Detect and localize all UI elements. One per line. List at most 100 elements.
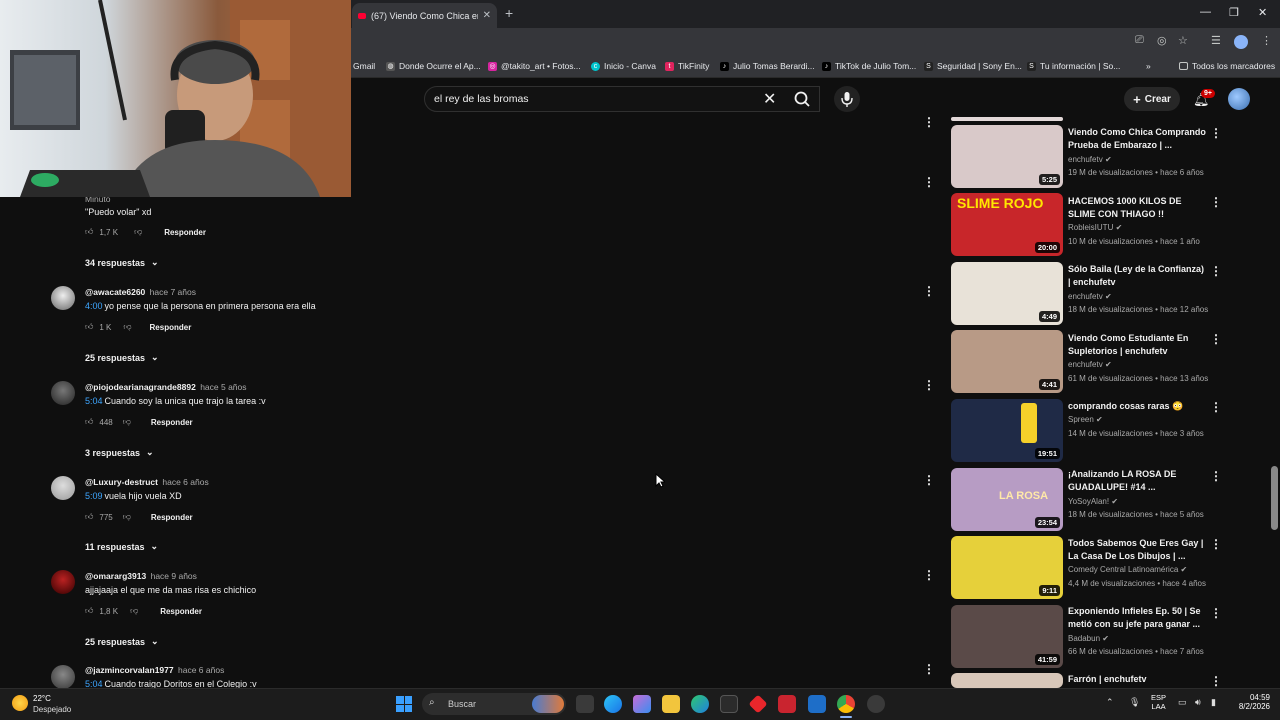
bookmark-tiktok-1[interactable]: ♪ Julio Tomas Berardi... [720,61,815,71]
outlook-icon[interactable] [808,695,826,713]
weather-temp[interactable]: 22°C [33,694,51,703]
account-avatar[interactable] [1228,88,1250,110]
comment-author[interactable]: @awacate6260 [85,287,145,297]
timestamp-link[interactable]: 5:09 [85,491,103,501]
clock[interactable]: 04:59 8/2/2026 [1226,693,1270,711]
video-title[interactable]: Viendo Como Chica Comprando Prueba de Em… [1068,126,1208,152]
avatar[interactable] [51,570,75,594]
video-thumbnail[interactable]: 5:25 [951,125,1063,188]
comment-time[interactable]: hace 6 años [162,477,208,487]
channel-name[interactable]: RobleisIUTU ✔︎ [1068,223,1122,232]
maximize-window-icon[interactable]: ❐ [1229,6,1239,19]
comment-time[interactable]: hace 7 años [150,287,196,297]
widgets-icon[interactable] [604,695,622,713]
video-menu-icon[interactable]: ⋮ [1210,469,1222,483]
copilot-icon[interactable] [633,695,651,713]
dislike-icon[interactable]: 👎︎ [123,417,131,427]
channel-name[interactable]: Comedy Central Latinoamérica ✔︎ [1068,565,1187,574]
close-tab-icon[interactable]: ✕ [483,10,491,21]
view-replies-button[interactable]: 25 respuestas ⌄ [85,352,159,363]
channel-name[interactable]: enchufetv ✔︎ [1068,155,1112,164]
reply-button[interactable]: Responder [150,323,192,332]
video-title[interactable]: Exponiendo Infieles Ep. 50 | Se metió co… [1068,605,1208,631]
video-thumbnail[interactable]: 9:11 [951,536,1063,599]
video-menu-icon[interactable]: ⋮ [1210,264,1222,278]
comment-author[interactable]: @Luxury-destruct [85,477,158,487]
reply-button[interactable]: Responder [164,228,206,237]
bookmarks-overflow-icon[interactable]: » [1146,61,1151,71]
reply-button[interactable]: Responder [160,607,202,616]
bookmark-sony-security[interactable]: S Seguridad | Sony En... [924,61,1022,71]
chrome-icon[interactable] [837,695,855,713]
more-actions-icon[interactable]: ⋮ [923,115,935,129]
reading-list-icon[interactable]: ☰ [1211,34,1221,47]
bookmark-tiktok-2[interactable]: ♪ TikTok de Julio Tom... [822,61,916,71]
avatar[interactable] [51,381,75,405]
more-actions-icon[interactable]: ⋮ [923,568,935,582]
reply-button[interactable]: Responder [151,513,193,522]
comment-time[interactable]: hace 5 años [200,382,246,392]
microphone-button[interactable] [834,86,860,112]
tray-overflow-icon[interactable]: ⌃ [1106,697,1114,708]
windows-start-icon[interactable] [396,696,412,712]
video-title[interactable]: Sólo Baila (Ley de la Confianza) | enchu… [1068,263,1208,289]
search-icon[interactable] [786,88,818,110]
bookmark-instagram[interactable]: ◎ @takito_art • Fotos... [488,61,581,71]
video-title[interactable]: HACEMOS 1000 KILOS DE SLIME CON THIAGO !… [1068,195,1208,221]
bookmark-canva[interactable]: c Inicio - Canva [591,61,656,71]
avatar[interactable] [51,665,75,689]
chrome-menu-icon[interactable]: ⋮ [1261,34,1272,47]
timestamp-link[interactable]: 5:04 [85,396,103,406]
video-title[interactable]: comprando cosas raras 😳 [1068,400,1208,413]
bookmark-star-icon[interactable]: ☆ [1178,34,1188,47]
create-button[interactable]: + Crear [1124,87,1180,111]
reply-button[interactable]: Responder [151,418,193,427]
channel-name[interactable]: Spreen ✔︎ [1068,415,1103,424]
all-bookmarks[interactable]: Todos los marcadores [1179,61,1275,71]
dislike-icon[interactable]: 👎︎ [134,227,142,237]
dislike-icon[interactable]: 👎︎ [130,606,138,616]
like-icon[interactable]: 👍︎ [85,512,93,522]
channel-name[interactable]: enchufetv ✔︎ [1068,360,1112,369]
avatar[interactable] [51,286,75,310]
minimize-window-icon[interactable]: — [1200,6,1211,18]
store-icon[interactable] [720,695,738,713]
profile-avatar-icon[interactable] [1234,35,1248,49]
video-thumbnail[interactable]: LA ROSA 23:54 [951,468,1063,531]
network-icon[interactable]: ▭ [1178,697,1187,708]
avatar[interactable] [51,476,75,500]
dislike-icon[interactable]: 👎︎ [123,512,131,522]
microphone-tray-icon[interactable]: 🎙︎ [1129,697,1140,708]
video-menu-icon[interactable]: ⋮ [1210,674,1222,688]
bookmark-tikfinity[interactable]: t TikFinity [665,61,709,71]
channel-name[interactable]: enchufetv ✔︎ [1068,292,1112,301]
dislike-icon[interactable]: 👎︎ [123,322,131,332]
video-menu-icon[interactable]: ⋮ [1210,400,1222,414]
video-thumbnail[interactable]: SLIME ROJO 20:00 [951,193,1063,256]
like-icon[interactable]: 👍︎ [85,227,93,237]
video-title[interactable]: Viendo Como Estudiante En Supletorios | … [1068,332,1208,358]
like-icon[interactable]: 👍︎ [85,322,93,332]
file-explorer-icon[interactable] [662,695,680,713]
more-actions-icon[interactable]: ⋮ [923,284,935,298]
comment-author[interactable]: @piojodearianagrande8892 [85,382,196,392]
battery-icon[interactable]: ▮ [1211,697,1216,708]
obs-icon[interactable] [867,695,885,713]
browser-tab-active[interactable]: (67) Viendo Como Chica en Fie ✕ [352,3,497,28]
volume-icon[interactable]: 🔊︎ [1195,697,1201,708]
video-menu-icon[interactable]: ⋮ [1210,606,1222,620]
video-menu-icon[interactable]: ⋮ [1210,126,1222,140]
comment-time[interactable]: hace 9 años [151,571,197,581]
video-title[interactable]: Todos Sabemos Que Eres Gay | La Casa De … [1068,537,1208,563]
timestamp-link[interactable]: 4:00 [85,301,103,311]
bookmark-gmail[interactable]: Gmail [353,61,375,71]
close-window-icon[interactable]: ✕ [1258,6,1267,19]
video-menu-icon[interactable]: ⋮ [1210,195,1222,209]
more-actions-icon[interactable]: ⋮ [923,175,935,189]
video-thumbnail[interactable]: 19:51 [951,399,1063,462]
more-actions-icon[interactable]: ⋮ [923,378,935,392]
like-icon[interactable]: 👍︎ [85,417,93,427]
view-replies-button[interactable]: 25 respuestas ⌄ [85,636,159,647]
clear-search-icon[interactable]: ✕ [763,89,776,109]
video-menu-icon[interactable]: ⋮ [1210,537,1222,551]
